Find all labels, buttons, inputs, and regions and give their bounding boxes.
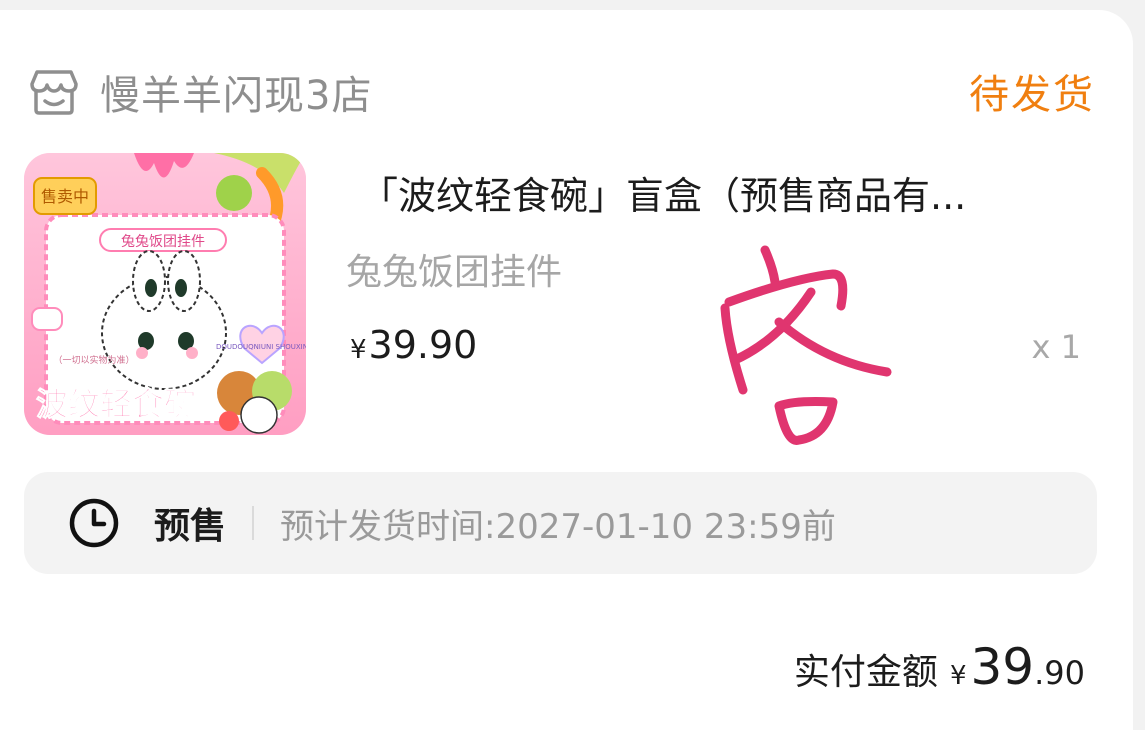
store-icon <box>30 70 78 115</box>
product-variant: 兔兔饭团挂件 <box>346 252 563 293</box>
presale-bar: 预售 预计发货时间:2027-01-10 23:59前 <box>24 472 1097 574</box>
price-value: 39.90 <box>368 323 478 367</box>
image-badge-text: 售卖中 <box>41 187 89 206</box>
clock-icon <box>69 498 119 548</box>
product-illustration: 售卖中 兔兔饭团挂件 （一切以实物为准） DOUDOUQNIUNI SHOUXI… <box>24 153 306 435</box>
payment-amount-decimal: .90 <box>1034 654 1085 692</box>
payment-total: 实付金额 ¥ 39 .90 <box>794 638 1085 696</box>
shop-header[interactable]: 慢羊羊闪现3店 <box>28 62 372 122</box>
price-currency: ¥ <box>350 335 367 365</box>
product-price: ¥ 39.90 <box>350 323 477 367</box>
product-quantity: x 1 <box>1031 328 1081 366</box>
shop-name[interactable]: 慢羊羊闪现3店 <box>100 63 372 121</box>
image-side-text: DOUDOUQNIUNI SHOUXIN <box>216 343 306 351</box>
order-card[interactable]: 慢羊羊闪现3店 待发货 售卖中 兔兔饭团挂件 （一切以实物为准） DOUDOUQ… <box>0 10 1133 730</box>
handwritten-mark <box>720 245 892 445</box>
order-status: 待发货 <box>969 72 1095 118</box>
payment-amount-integer: 39 <box>970 638 1035 696</box>
image-note-text: （一切以实物为准） <box>53 354 134 366</box>
image-banner-text: 兔兔饭团挂件 <box>121 234 205 250</box>
product-image[interactable]: 售卖中 兔兔饭团挂件 （一切以实物为准） DOUDOUQNIUNI SHOUXI… <box>24 153 306 435</box>
image-brand-text: 波纹轻食碗 <box>36 385 196 423</box>
payment-label: 实付金额 <box>793 652 938 693</box>
payment-currency: ¥ <box>949 661 967 691</box>
product-title[interactable]: 「波纹轻食碗」盲盒（预售商品有... <box>360 165 966 220</box>
presale-label: 预售 <box>154 506 227 547</box>
presale-divider <box>252 506 255 540</box>
presale-shipping-time: 预计发货时间:2027-01-10 23:59前 <box>280 506 836 547</box>
